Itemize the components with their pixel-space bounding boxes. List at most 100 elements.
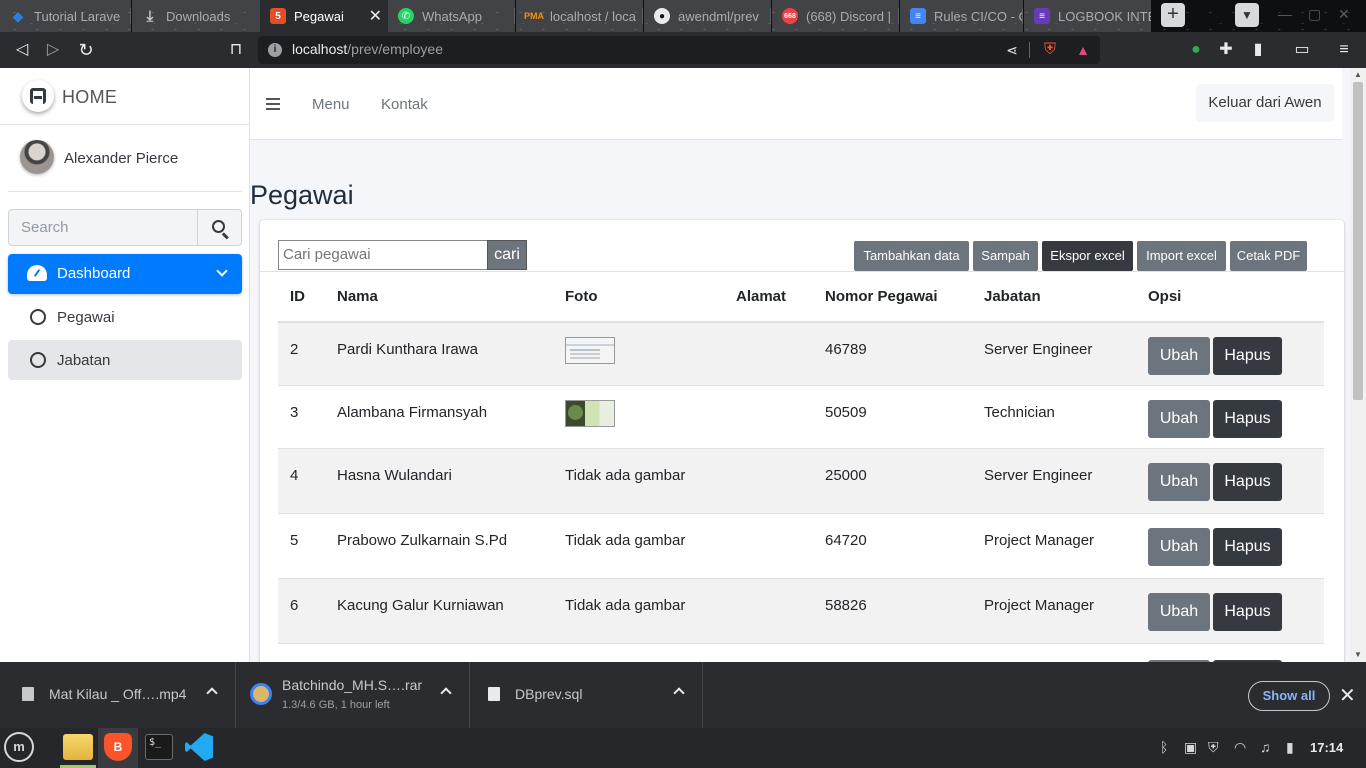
bluetooth-icon[interactable]: ᛒ — [1160, 739, 1168, 755]
page-scrollbar[interactable]: ▲ ▼ — [1350, 68, 1366, 662]
employee-search-input[interactable]: Cari pegawai — [278, 240, 487, 270]
edit-button[interactable]: Ubah — [1148, 463, 1210, 501]
bookmark-icon[interactable]: ⊓ — [224, 38, 248, 62]
vscode-app-icon[interactable] — [185, 733, 213, 761]
scroll-thumb[interactable] — [1353, 82, 1363, 400]
column-header-alamat: Alamat — [736, 288, 787, 305]
page-viewport: HOME Alexander Pierce Search Dashboard P… — [0, 68, 1366, 662]
video-file-icon — [22, 687, 34, 701]
nav-link-kontak[interactable]: Kontak — [381, 96, 428, 113]
tab-tutorial[interactable]: ◆ Tutorial Larave — [0, 0, 131, 32]
cell-jabatan: Project Manager — [984, 597, 1095, 614]
cell-nomor: 64720 — [825, 532, 867, 549]
tab-logbook[interactable]: ≡ LOGBOOK INTE — [1024, 0, 1151, 32]
files-app-icon[interactable] — [63, 734, 93, 760]
column-header-jabatan: Jabatan — [984, 288, 1041, 305]
close-downloads-icon[interactable]: ✕ — [1339, 683, 1356, 708]
forward-icon[interactable]: ▷ — [41, 38, 65, 62]
sidebar-item-jabatan[interactable]: Jabatan — [8, 340, 242, 380]
tab-discord[interactable]: 668 (668) Discord | — [772, 0, 899, 32]
dashboard-gauge-icon — [27, 265, 47, 281]
brave-app-icon[interactable]: B — [104, 733, 132, 761]
share-icon[interactable]: ⋖ — [1000, 38, 1024, 62]
tab-github[interactable]: ● awendml/prev — [644, 0, 771, 32]
logout-button[interactable]: Keluar dari Awen — [1196, 84, 1334, 122]
tab-pegawai[interactable]: 5 Pegawai ✕ — [260, 0, 388, 32]
whatsapp-icon: ✆ — [398, 8, 414, 24]
chevron-up-icon[interactable] — [673, 687, 685, 699]
delete-button[interactable]: Hapus — [1213, 337, 1282, 375]
clock[interactable]: 17:14 — [1310, 740, 1343, 755]
trash-button[interactable]: Sampah — [973, 241, 1038, 271]
nav-link-menu[interactable]: Menu — [312, 96, 350, 113]
delete-button[interactable]: Hapus — [1213, 463, 1282, 501]
clipboard-icon[interactable]: ▣ — [1184, 739, 1197, 756]
tab-docs[interactable]: ≡ Rules CI/CO - G — [900, 0, 1023, 32]
menu-icon[interactable]: ≡ — [1332, 38, 1356, 62]
brave-shield-icon[interactable]: ⛨ — [1038, 38, 1062, 62]
show-all-downloads-button[interactable]: Show all — [1248, 681, 1330, 711]
add-data-button[interactable]: Tambahkan data — [854, 241, 969, 271]
close-window-icon[interactable]: ✕ — [1338, 6, 1350, 23]
cell-nama: Kacung Galur Kurniawan — [337, 597, 504, 614]
sidebar: HOME Alexander Pierce Search Dashboard P… — [0, 68, 250, 662]
import-excel-button[interactable]: Import excel — [1137, 241, 1226, 271]
tab-downloads[interactable]: ⤓ Downloads — [132, 0, 260, 32]
chevron-up-icon[interactable] — [440, 687, 452, 699]
new-tab-button[interactable]: + — [1161, 3, 1185, 27]
cell-foto: Tidak ada gambar — [565, 597, 686, 614]
music-icon[interactable]: ♫ — [1260, 739, 1271, 755]
export-excel-button[interactable]: Ekspor excel — [1042, 241, 1133, 271]
cell-nama: Alambana Firmansyah — [337, 404, 488, 421]
tab-phpmyadmin[interactable]: PMA localhost / loca — [516, 0, 643, 32]
downloads-bar: Mat Kilau _ Off….mp4 Batchindo_MH.S….rar… — [0, 662, 1366, 728]
brand-link[interactable]: HOME — [0, 68, 250, 125]
close-icon[interactable]: ✕ — [369, 6, 382, 26]
scroll-up-icon[interactable]: ▲ — [1354, 70, 1362, 79]
edit-button[interactable]: Ubah — [1148, 593, 1210, 631]
delete-button[interactable]: Hapus — [1213, 593, 1282, 631]
tab-whatsapp[interactable]: ✆ WhatsApp — [388, 0, 515, 32]
search-button[interactable]: cari — [487, 240, 527, 270]
wallet-icon[interactable]: ▭ — [1290, 38, 1314, 62]
delete-button[interactable]: Hapus — [1213, 400, 1282, 438]
mint-menu-icon[interactable]: m — [4, 732, 34, 762]
delete-button[interactable]: Hapus — [1213, 528, 1282, 566]
sidebar-toggle-icon[interactable]: ▮ — [1246, 38, 1270, 62]
terminal-app-icon[interactable]: $_ — [145, 734, 173, 760]
wifi-icon[interactable]: ◠ — [1234, 739, 1246, 756]
address-bar[interactable]: i localhost/prev/employee ⋖ ⛨ ▲ — [258, 36, 1100, 64]
download-item[interactable]: DBprev.sql — [470, 662, 703, 728]
scroll-down-icon[interactable]: ▼ — [1354, 650, 1362, 659]
sidebar-search: Search — [8, 209, 242, 246]
circle-icon — [30, 352, 46, 368]
tab-search-button[interactable]: ▼ — [1235, 3, 1259, 27]
hamburger-menu-icon[interactable] — [266, 98, 280, 110]
extension-vpn-icon[interactable]: ● — [1184, 38, 1208, 62]
download-item[interactable]: Mat Kilau _ Off….mp4 — [0, 662, 236, 728]
sidebar-search-input[interactable]: Search — [8, 209, 197, 246]
reload-icon[interactable]: ↻ — [74, 38, 98, 62]
edit-button[interactable]: Ubah — [1148, 528, 1210, 566]
extensions-icon[interactable]: ✚ — [1214, 38, 1238, 62]
column-header-nama: Nama — [337, 288, 378, 305]
back-icon[interactable]: ◁ — [10, 38, 34, 62]
download-item[interactable]: Batchindo_MH.S….rar 1.3/4.6 GB, 1 hour l… — [236, 662, 470, 728]
site-info-icon[interactable]: i — [268, 43, 282, 57]
maximize-icon[interactable]: ▢ — [1308, 6, 1321, 23]
shield-icon[interactable]: ⛨ — [1208, 739, 1219, 756]
brave-rewards-icon[interactable]: ▲ — [1071, 38, 1095, 62]
column-header-nomor: Nomor Pegawai — [825, 288, 938, 305]
chevron-up-icon[interactable] — [206, 687, 218, 699]
sidebar-item-pegawai[interactable]: Pegawai — [8, 297, 242, 337]
phpmyadmin-icon: PMA — [524, 11, 544, 21]
sidebar-search-button[interactable] — [197, 209, 242, 246]
sidebar-item-dashboard[interactable]: Dashboard — [8, 254, 242, 294]
battery-icon[interactable]: ▮ — [1286, 739, 1294, 756]
edit-button[interactable]: Ubah — [1148, 337, 1210, 375]
print-pdf-button[interactable]: Cetak PDF — [1230, 241, 1307, 271]
url-text: localhost/prev/employee — [292, 41, 443, 57]
user-name-link[interactable]: Alexander Pierce — [64, 150, 178, 167]
minimize-icon[interactable]: — — [1278, 6, 1292, 22]
edit-button[interactable]: Ubah — [1148, 400, 1210, 438]
